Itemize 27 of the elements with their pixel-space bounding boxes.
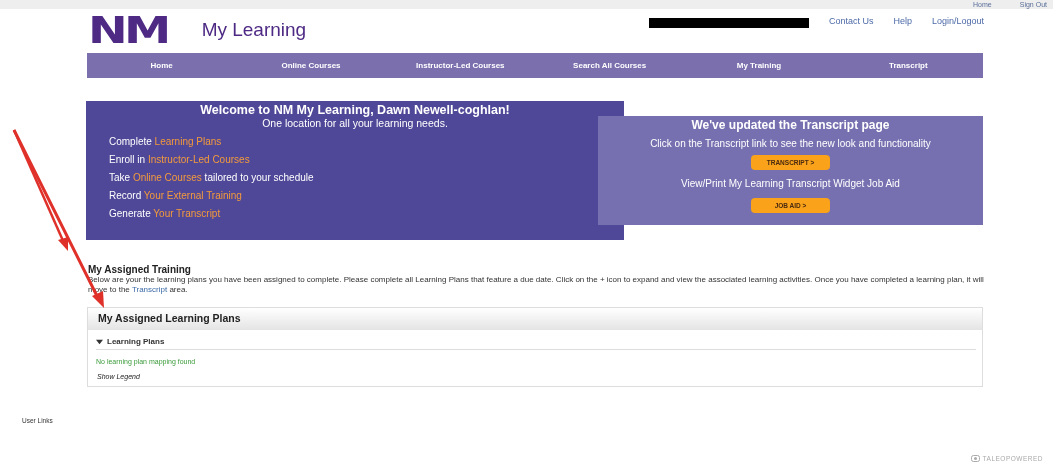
- welcome-link[interactable]: Online Courses: [132, 172, 202, 183]
- welcome-subtitle: One location for all your learning needs.: [261, 117, 449, 129]
- site-title: My Learning: [201, 19, 307, 41]
- logo: NM: [88, 12, 168, 48]
- welcome-link[interactable]: Your Transcript: [153, 208, 221, 219]
- transcript-link[interactable]: Transcript: [131, 285, 168, 294]
- section-label[interactable]: Learning Plans: [107, 337, 165, 346]
- nav-item[interactable]: Home: [87, 61, 237, 70]
- nav-item[interactable]: My Training: [684, 61, 834, 70]
- header-link[interactable]: Help: [893, 16, 912, 26]
- update-text: Click on the Transcript link to see the new look and functionality: [650, 138, 931, 150]
- welcome-link[interactable]: Learning Plans: [154, 136, 222, 147]
- nav-item[interactable]: Transcript: [833, 61, 983, 70]
- update-title: We've updated the Transcript page: [691, 118, 890, 132]
- nav-item[interactable]: Online Courses: [236, 61, 386, 70]
- panel-title: My Assigned Learning Plans: [88, 308, 982, 330]
- job-aid-text: View/Print My Learning Transcript Widget Job Aid: [681, 178, 900, 189]
- header-link[interactable]: Contact Us: [828, 16, 874, 26]
- nav-item[interactable]: Search All Courses: [535, 61, 685, 70]
- welcome-link[interactable]: Your External Training: [143, 190, 242, 201]
- section-heading: My Assigned Training: [88, 264, 192, 275]
- nav-item[interactable]: Instructor-Led Courses: [385, 61, 535, 70]
- caret-down-icon[interactable]: [96, 338, 103, 345]
- header-link[interactable]: Login/Logout: [931, 16, 984, 26]
- badge-icon: [970, 455, 980, 462]
- welcome-link[interactable]: Instructor-Led Courses: [147, 154, 250, 165]
- welcome-title: Welcome to NM My Learning, Dawn Newell-coghlan!: [199, 103, 511, 117]
